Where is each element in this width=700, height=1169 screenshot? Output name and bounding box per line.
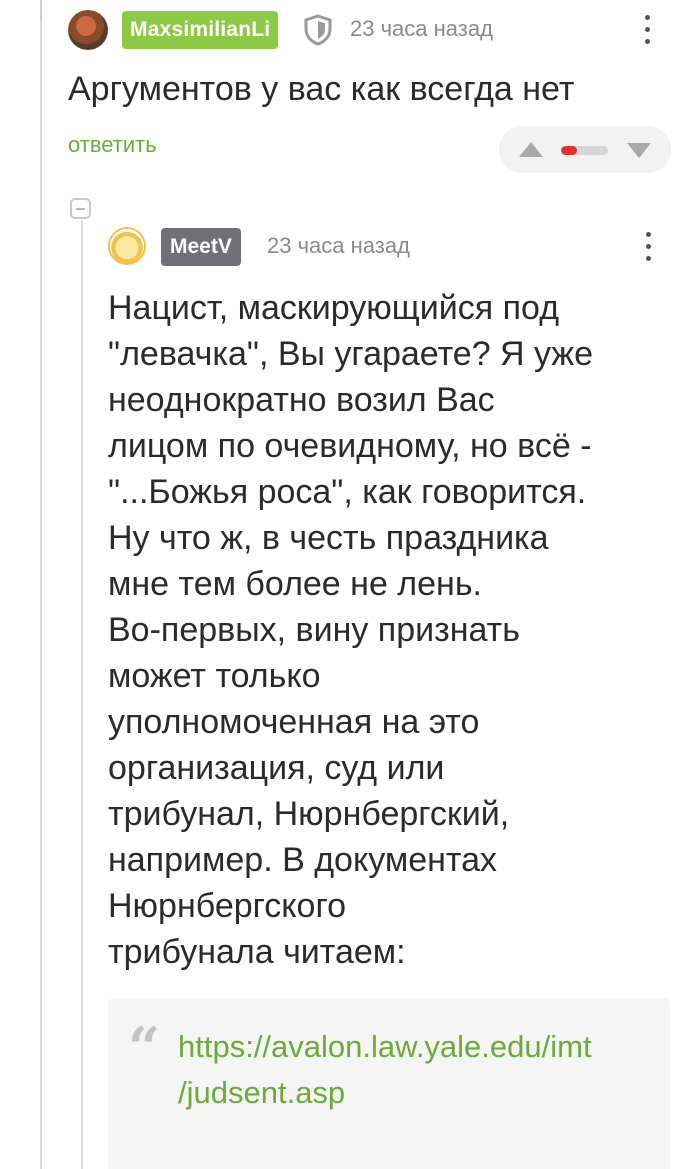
- collapse-icon[interactable]: [70, 198, 91, 219]
- quote-icon: “: [128, 1015, 161, 1081]
- downvote-icon[interactable]: [627, 143, 651, 158]
- upvote-icon[interactable]: [519, 142, 543, 157]
- comment-timestamp: 23 часа назад: [267, 233, 410, 258]
- rating-bar: [561, 146, 608, 155]
- comment-text: Аргументов у вас как всегда нет: [68, 70, 575, 108]
- avatar[interactable]: [68, 10, 108, 50]
- reply-button[interactable]: ответить: [68, 132, 157, 158]
- comment-text: Нацист, маскирующийся под "левачка", Вы …: [108, 289, 594, 971]
- thread-line: [40, 0, 42, 1169]
- comment-timestamp: 23 часа назад: [350, 16, 493, 41]
- thread-line-top: [40, 0, 42, 22]
- username-badge[interactable]: MeetV: [161, 228, 241, 266]
- avatar[interactable]: [108, 227, 146, 265]
- username-badge[interactable]: MaxsimilianLi: [122, 11, 279, 49]
- more-icon[interactable]: [643, 230, 653, 264]
- more-icon[interactable]: [642, 13, 652, 47]
- reply-thread-line: [81, 220, 83, 1169]
- rating-widget: [499, 126, 671, 173]
- quote-block: “ https://avalon.law.yale.edu/imt /judse…: [108, 998, 670, 1169]
- rating-bar-negative: [561, 146, 578, 155]
- shield-icon: [304, 14, 332, 46]
- quote-link[interactable]: https://avalon.law.yale.edu/imt /judsent…: [178, 1024, 658, 1116]
